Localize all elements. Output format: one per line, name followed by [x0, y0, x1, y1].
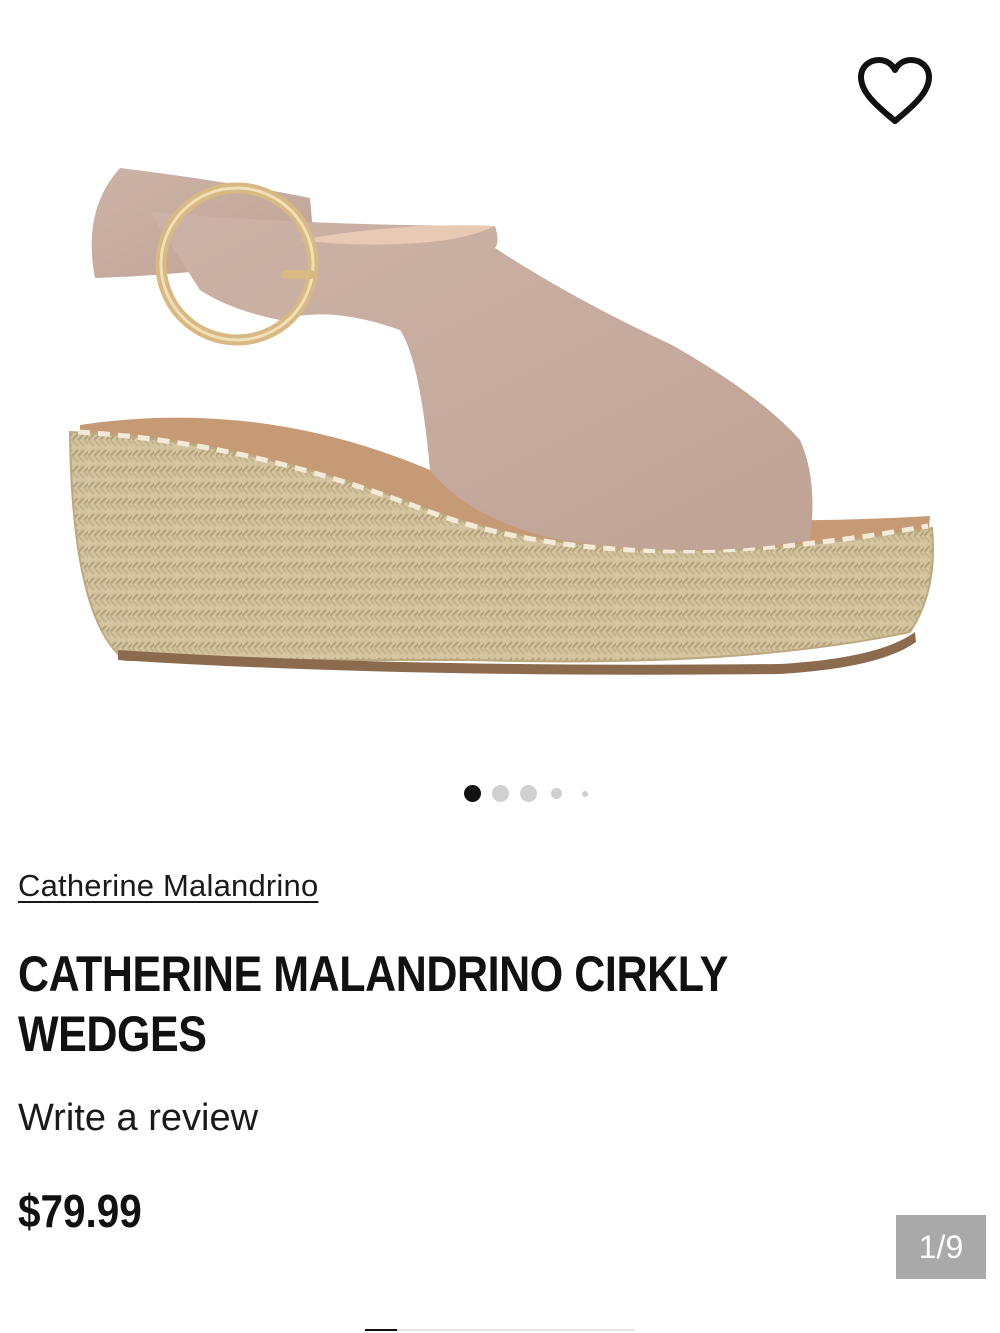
scrollbar-thumb[interactable] — [365, 1329, 397, 1331]
heart-outline-icon[interactable] — [855, 55, 935, 129]
product-price: $79.99 — [18, 1185, 142, 1237]
image-counter-badge: 1/9 — [896, 1215, 986, 1279]
write-review-link[interactable]: Write a review — [18, 1097, 258, 1140]
carousel-dot-1[interactable] — [464, 785, 481, 802]
brand-link[interactable]: Catherine Malandrino — [18, 868, 318, 904]
carousel-dot-3[interactable] — [520, 785, 537, 802]
carousel-dot-2[interactable] — [492, 785, 509, 802]
product-image — [68, 168, 935, 675]
horizontal-scrollbar[interactable] — [365, 1329, 635, 1331]
carousel-dot-5[interactable] — [582, 791, 588, 797]
carousel-pagination — [0, 784, 1000, 802]
product-title: CATHERINE MALANDRINO CIRKLY WEDGES — [18, 946, 728, 1062]
product-image-gallery[interactable] — [0, 0, 1000, 760]
carousel-dot-4[interactable] — [551, 788, 562, 799]
